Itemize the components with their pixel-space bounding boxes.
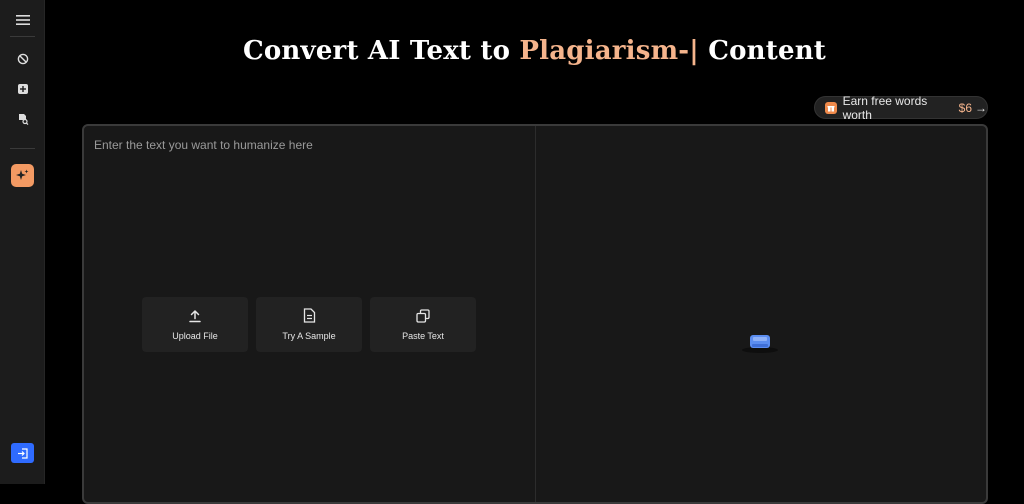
title-prefix: Convert AI Text to: [242, 36, 520, 66]
title-accent: Plagiarism-|: [519, 36, 699, 66]
add-icon: [17, 83, 28, 94]
history-icon: [17, 53, 28, 64]
history-button[interactable]: [11, 47, 34, 70]
menu-icon: [15, 14, 30, 25]
try-sample-label: Try A Sample: [282, 331, 336, 341]
title-suffix: Content: [698, 36, 827, 66]
ai-humanizer-button[interactable]: [11, 164, 34, 187]
sidebar: [0, 0, 45, 484]
loading-robot-icon: [742, 335, 778, 353]
text-input[interactable]: [94, 138, 524, 288]
login-icon: [18, 447, 28, 459]
earn-label: Earn free words worth: [842, 93, 928, 122]
page-title: Convert AI Text to Plagiarism-| Content: [45, 36, 1024, 66]
paste-text-label: Paste Text: [402, 330, 444, 341]
ai-sparkle-icon: [16, 169, 29, 180]
arrow-right-icon: →: [975, 100, 987, 115]
try-sample-button[interactable]: Try A Sample: [256, 297, 362, 352]
add-button[interactable]: [11, 77, 34, 100]
paste-text-button[interactable]: Paste Text: [370, 297, 476, 352]
panel-divider: [535, 126, 536, 502]
upload-file-button[interactable]: Upload File: [142, 297, 248, 352]
document-search-icon: [18, 113, 28, 125]
menu-button[interactable]: [11, 8, 34, 31]
login-button[interactable]: [11, 443, 34, 463]
sidebar-divider: [10, 148, 35, 149]
upload-file-label: Upload File: [172, 330, 218, 341]
earn-free-words-button[interactable]: Earn free words worth $6 →: [814, 93, 988, 122]
upload-icon: [189, 309, 201, 322]
humanizer-panel: Upload File Try A Sample Paste Text: [82, 124, 988, 504]
copy-icon: [416, 308, 430, 323]
document-search-button[interactable]: [11, 107, 34, 130]
earn-amount: $6: [958, 100, 972, 115]
gift-icon: [825, 101, 837, 114]
document-icon: [303, 308, 315, 323]
sidebar-divider: [10, 36, 35, 37]
